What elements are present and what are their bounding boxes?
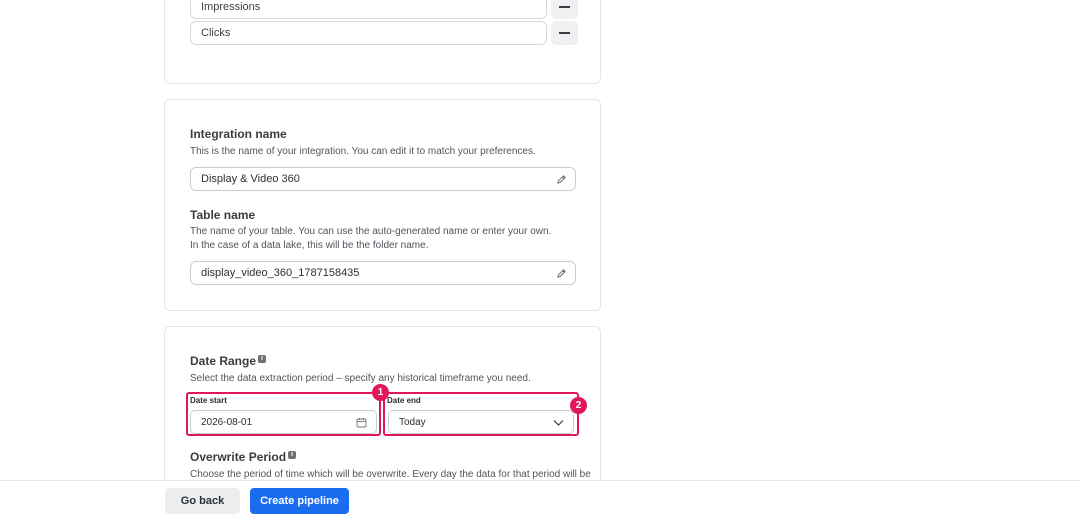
date-end-label: Date end xyxy=(387,396,421,405)
step-badge-2: 2 xyxy=(570,397,587,414)
date-end-select[interactable]: Today xyxy=(388,410,574,434)
date-end-highlight: Date end Today xyxy=(383,392,579,436)
page: Impressions Clicks Integration name This… xyxy=(0,0,1080,520)
date-start-value: 2026-08-01 xyxy=(201,416,253,428)
create-pipeline-button[interactable]: Create pipeline xyxy=(250,488,349,514)
metric-label: Impressions xyxy=(201,1,261,13)
table-name-title: Table name xyxy=(190,208,256,222)
metric-row: Impressions xyxy=(190,0,578,19)
date-end-value: Today xyxy=(399,416,426,428)
integration-name-input[interactable]: Display & Video 360 xyxy=(190,167,576,191)
metric-row: Clicks xyxy=(190,21,578,45)
overwrite-period-title-text: Overwrite Period xyxy=(190,450,287,464)
metric-field-clicks[interactable]: Clicks xyxy=(190,21,547,45)
table-name-description-1: The name of your table. You can use the … xyxy=(190,226,552,237)
minus-icon xyxy=(559,32,570,34)
integration-name-value: Display & Video 360 xyxy=(201,173,300,185)
footer-bar: Go back Create pipeline xyxy=(0,480,1080,520)
table-name-description-2: In the case of a data lake, this will be… xyxy=(190,240,429,251)
remove-metric-button[interactable] xyxy=(551,0,578,19)
calendar-icon[interactable] xyxy=(356,417,367,428)
go-back-button[interactable]: Go back xyxy=(165,488,240,514)
date-range-description: Select the data extraction period – spec… xyxy=(190,373,531,384)
chevron-down-icon[interactable] xyxy=(553,419,564,427)
metric-field-impressions[interactable]: Impressions xyxy=(190,0,547,19)
integration-name-description: This is the name of your integration. Yo… xyxy=(190,146,536,157)
integration-name-title: Integration name xyxy=(190,127,287,141)
table-name-input[interactable]: display_video_360_1787158435 xyxy=(190,261,576,285)
date-start-label: Date start xyxy=(190,396,227,405)
minus-icon xyxy=(559,6,570,8)
table-name-value: display_video_360_1787158435 xyxy=(201,267,360,279)
date-range-title: Date Range i xyxy=(190,354,267,368)
overwrite-period-title: Overwrite Period i xyxy=(190,450,297,464)
metric-label: Clicks xyxy=(201,27,231,39)
date-start-highlight: Date start 2026-08-01 xyxy=(186,392,381,436)
date-start-input[interactable]: 2026-08-01 xyxy=(190,410,377,434)
info-icon[interactable]: i xyxy=(258,355,267,363)
remove-metric-button[interactable] xyxy=(551,21,578,45)
date-range-title-text: Date Range xyxy=(190,354,257,368)
metrics-card: Impressions Clicks xyxy=(164,0,601,84)
names-card: Integration name This is the name of you… xyxy=(164,99,601,311)
pencil-icon[interactable] xyxy=(556,174,567,185)
info-icon[interactable]: i xyxy=(288,451,297,459)
pencil-icon[interactable] xyxy=(556,268,567,279)
